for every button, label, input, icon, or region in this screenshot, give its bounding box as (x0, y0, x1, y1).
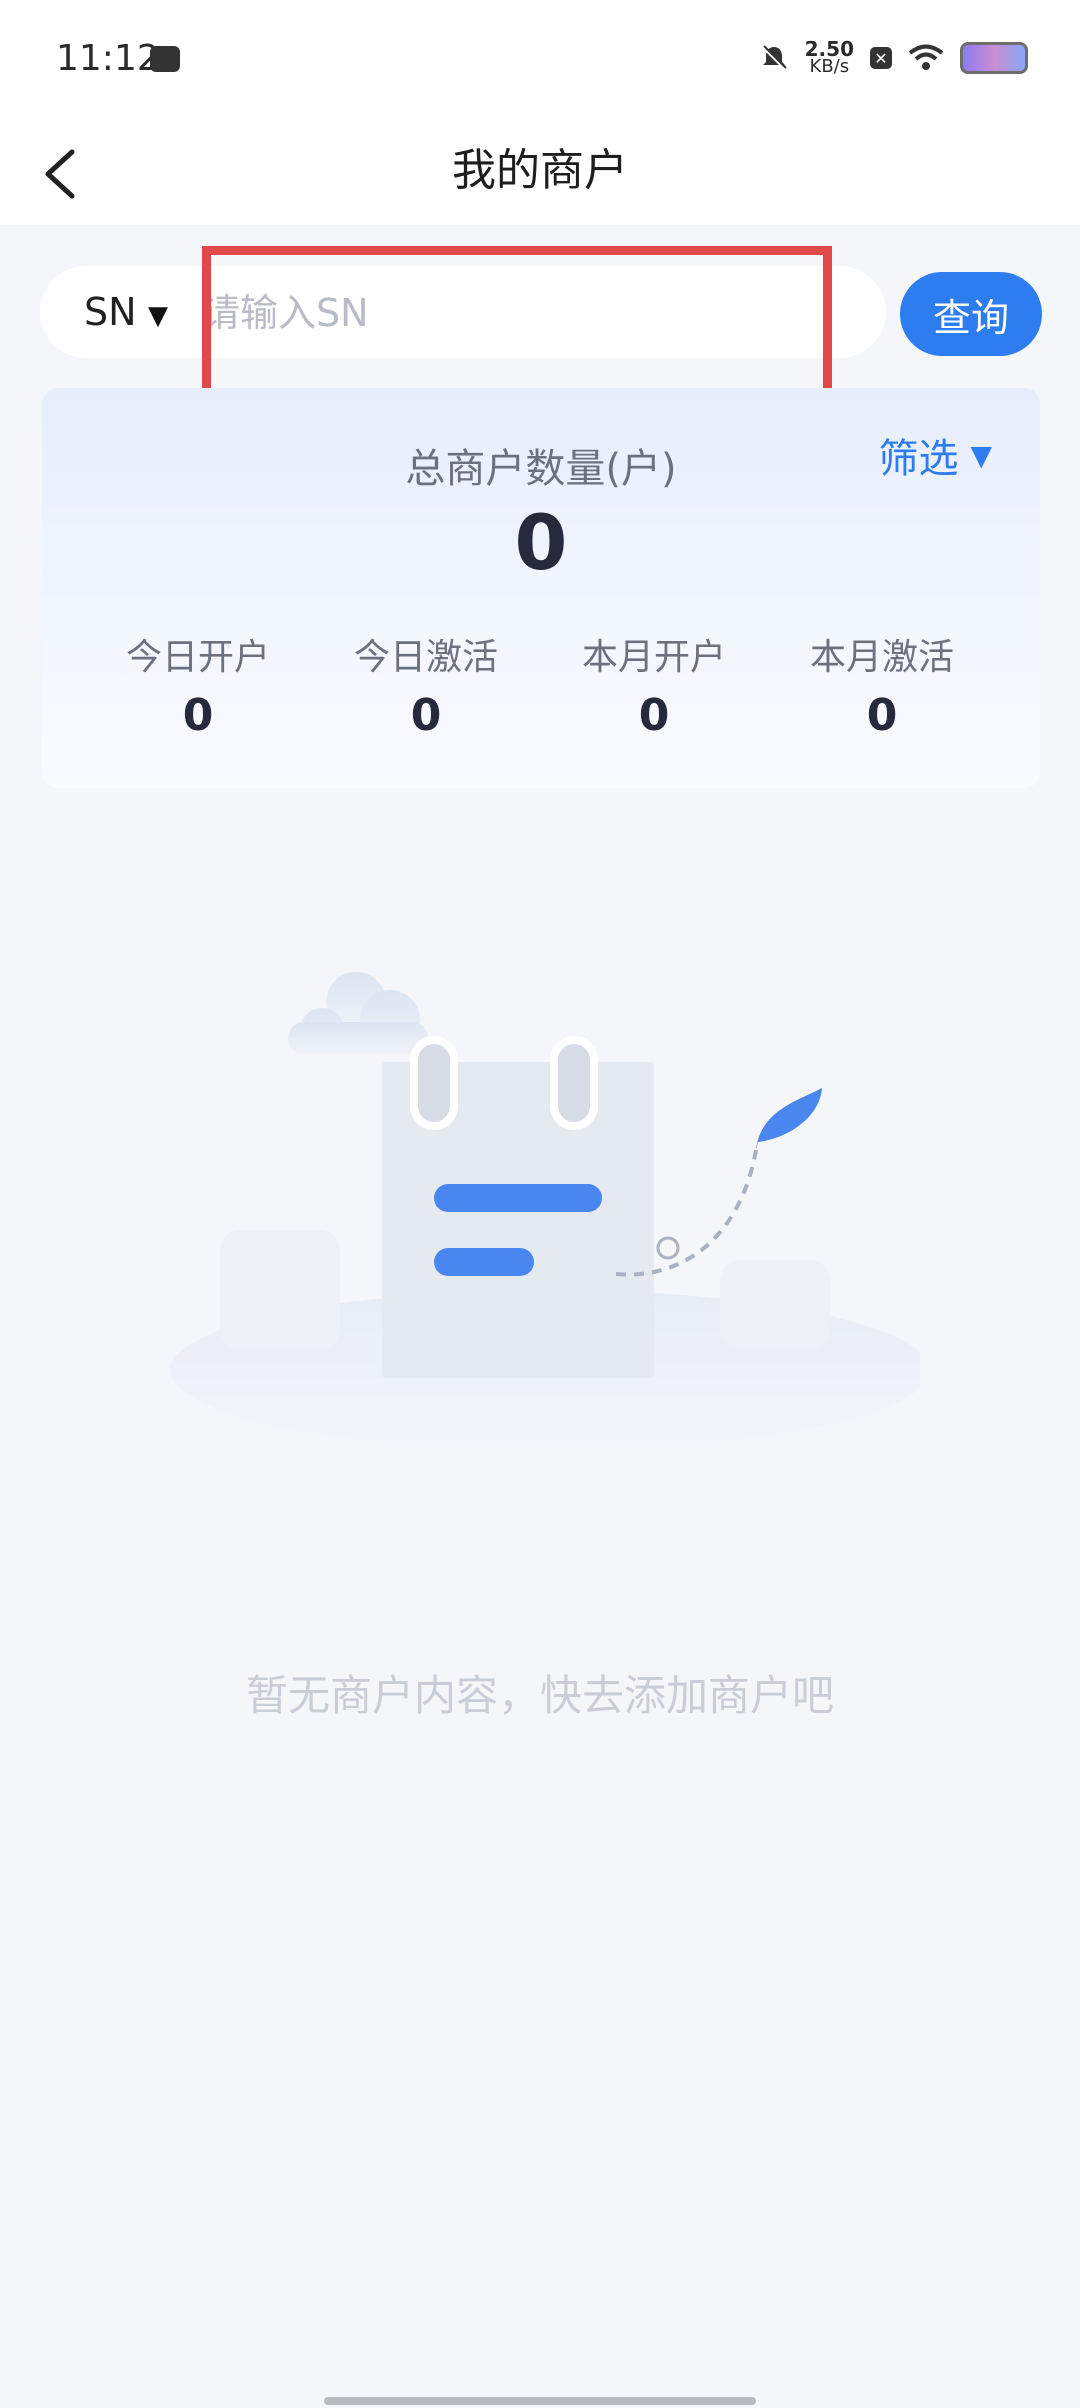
stat-value: 0 (866, 690, 898, 741)
empty-notebook-illustration (170, 972, 920, 1450)
search-row: SN ▼ 查询 (0, 246, 1080, 398)
stat-label: 本月开户 (581, 637, 726, 678)
home-indicator[interactable] (324, 2397, 756, 2405)
status-bar: 11:12 2.50 KB/s ✕ (0, 0, 1080, 120)
highlight-box (202, 246, 832, 398)
net-speed: 2.50 KB/s (805, 39, 854, 77)
status-icons: 2.50 KB/s ✕ (759, 39, 1028, 77)
stat-today-opened: 今日开户 0 (98, 628, 298, 741)
battery-icon (960, 42, 1028, 74)
merchant-stats-card: 总商户数量(户) 0 筛选 ▼ 今日开户 0 今日激活 0 本月开户 0 本月激… (42, 388, 1040, 788)
filter-caret-icon: ▼ (970, 438, 992, 472)
stat-value: 0 (638, 690, 670, 741)
stat-label: 今日激活 (353, 637, 498, 678)
dropdown-caret-icon[interactable]: ▼ (148, 301, 168, 331)
bell-muted-icon (761, 45, 787, 71)
stat-label: 本月激活 (809, 637, 954, 678)
message-notification-icon (150, 46, 180, 72)
stat-label: 今日开户 (125, 637, 270, 678)
stat-today-activated: 今日激活 0 (326, 628, 526, 741)
status-time: 11:12 (56, 38, 160, 79)
stat-value: 0 (410, 690, 442, 741)
search-type-selector[interactable]: SN (84, 290, 137, 334)
net-speed-unit: KB/s (809, 56, 850, 77)
close-box-icon: ✕ (870, 47, 892, 69)
total-merchants-value: 0 (514, 498, 568, 587)
wifi-icon (908, 44, 944, 70)
filter-label: 筛选 (878, 436, 959, 482)
nav-bar: 我的商户 (0, 120, 1080, 225)
stat-month-opened: 本月开户 0 (554, 628, 754, 741)
stat-month-activated: 本月激活 0 (782, 628, 982, 741)
query-button[interactable]: 查询 (900, 272, 1042, 356)
page-title: 我的商户 (452, 145, 628, 196)
filter-button[interactable]: 筛选 ▼ (878, 426, 992, 484)
stat-value: 0 (182, 690, 214, 741)
empty-state-message: 暂无商户内容，快去添加商户吧 (245, 1671, 834, 1720)
